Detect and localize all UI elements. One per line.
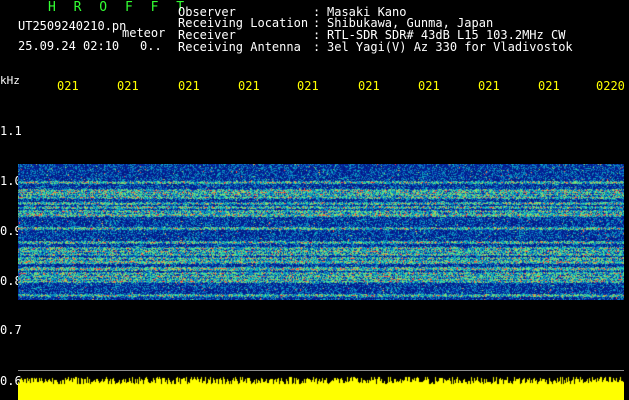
frequency-tick: 1.1 (0, 124, 22, 138)
time-tick: 021 (238, 79, 260, 93)
time-tick: 021 (478, 79, 500, 93)
frequency-tick: 0.7 (0, 323, 22, 337)
time-tick: 021 (297, 79, 319, 93)
time-tick: 021 (358, 79, 380, 93)
antenna-label: Receiving Antenna (178, 40, 301, 54)
datetime-label: 25.09.24 02:10 (18, 39, 120, 53)
spectrogram-waterfall (18, 164, 624, 300)
antenna-separator: : (313, 40, 321, 54)
signal-level-bar (18, 376, 624, 400)
frequency-unit-label: kHz (0, 74, 20, 87)
app-title: H R O F F T (48, 0, 190, 15)
time-tick: 021 (117, 79, 139, 93)
time-tick: 021 (57, 79, 79, 93)
file-name: UT2509240210.pn (18, 19, 127, 33)
time-tick: 021 (538, 79, 560, 93)
time-tick: 021 (418, 79, 440, 93)
time-tick: 0220 (596, 79, 625, 93)
antenna-value: 3el Yagi(V) Az 330 for Vladivostok (327, 40, 573, 54)
status-dots: 0.. (140, 39, 162, 53)
mode-label: meteor (122, 26, 166, 40)
baseline-divider (18, 370, 624, 371)
time-tick: 021 (178, 79, 200, 93)
